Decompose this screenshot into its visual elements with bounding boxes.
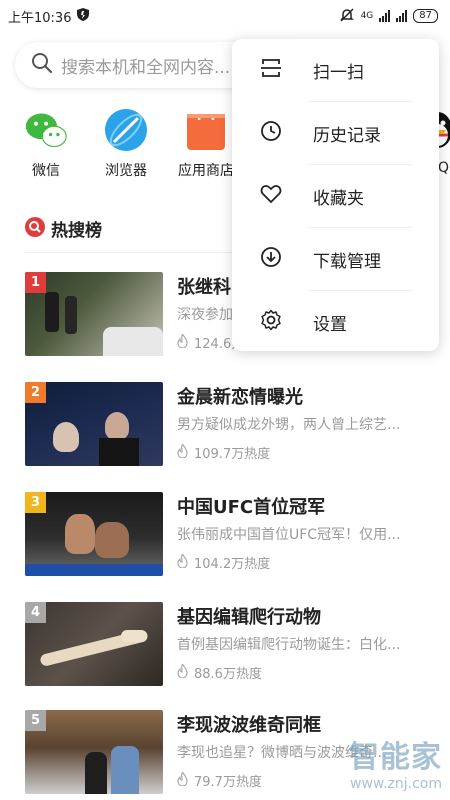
flame-icon xyxy=(177,552,188,572)
hot-item-desc: 男方疑似成龙外甥，两人曾上综艺... xyxy=(177,417,401,433)
signal-icon-2 xyxy=(396,10,408,22)
scan-icon xyxy=(260,57,282,83)
hot-item-heat: 79.7万热度 xyxy=(177,770,262,790)
overflow-menu: 扫一扫 历史记录 收藏夹 下载管理 设置 xyxy=(232,39,439,351)
hot-item[interactable]: 4 基因编辑爬行动物 首例基因编辑爬行动物诞生：白化... 88.6万热度 xyxy=(25,602,440,686)
app-wechat[interactable]: 微信 xyxy=(6,108,86,180)
menu-label-downloads: 下载管理 xyxy=(313,251,381,272)
signal-icon xyxy=(379,10,391,22)
hot-item-image: 4 xyxy=(25,602,163,686)
heat-value: 88.6万热度 xyxy=(194,667,262,682)
app-browser[interactable]: 浏览器 xyxy=(86,108,166,180)
hot-item-title: 张继科 xyxy=(177,277,231,298)
menu-label-scan: 扫一扫 xyxy=(313,62,364,83)
hot-item-title: 金晨新恋情曝光 xyxy=(177,387,303,408)
rank-badge: 4 xyxy=(25,602,46,623)
hot-search-header[interactable]: 热搜榜 xyxy=(25,216,102,241)
watermark: 智能家 www.znj.com xyxy=(349,732,442,792)
menu-label-favorites: 收藏夹 xyxy=(313,188,364,209)
hot-item-desc: 张伟丽成中国首位UFC冠军！仅用... xyxy=(177,527,401,543)
hot-item[interactable]: 3 中国UFC首位冠军 张伟丽成中国首位UFC冠军！仅用... 104.2万热度 xyxy=(25,492,440,576)
battery-indicator: 87 xyxy=(413,9,438,23)
menu-item-scan[interactable]: 扫一扫 xyxy=(232,39,439,101)
hot-item-image: 5 xyxy=(25,710,163,794)
hot-item-heat: 88.6万热度 xyxy=(177,662,262,682)
flame-icon xyxy=(177,770,188,790)
menu-item-favorites[interactable]: 收藏夹 xyxy=(232,165,439,227)
download-icon xyxy=(260,246,282,272)
menu-item-downloads[interactable]: 下载管理 xyxy=(232,228,439,290)
hot-search-title: 热搜榜 xyxy=(51,221,102,241)
search-placeholder: 搜索本机和全网内容... xyxy=(61,57,231,78)
heat-value: 104.2万热度 xyxy=(194,557,271,572)
hot-search-icon xyxy=(25,216,45,241)
hot-item-desc: 首例基因编辑爬行动物诞生：白化... xyxy=(177,637,401,653)
status-time: 上午10:36 xyxy=(8,10,72,26)
gear-icon xyxy=(260,309,282,335)
hot-item[interactable]: 2 金晨新恋情曝光 男方疑似成龙外甥，两人曾上综艺... 109.7万热度 xyxy=(25,382,440,466)
hot-item-image: 3 xyxy=(25,492,163,576)
heat-value: 79.7万热度 xyxy=(194,775,262,790)
status-bar: 上午10:36 4G 87 xyxy=(0,0,450,32)
network-type: 4G xyxy=(360,11,374,21)
menu-item-history[interactable]: 历史记录 xyxy=(232,102,439,164)
flame-icon xyxy=(177,332,188,352)
search-icon xyxy=(31,52,53,78)
browser-icon xyxy=(104,108,148,152)
flame-icon xyxy=(177,442,188,462)
rank-badge: 5 xyxy=(25,710,46,731)
app-label-wechat: 微信 xyxy=(32,163,60,179)
menu-label-history: 历史记录 xyxy=(313,125,381,146)
shield-icon xyxy=(77,7,90,25)
rank-badge: 1 xyxy=(25,272,46,293)
watermark-brand: 智能家 xyxy=(349,740,442,775)
hot-item-image: 2 xyxy=(25,382,163,466)
heart-icon xyxy=(260,183,282,209)
flame-icon xyxy=(177,662,188,682)
history-clock-icon xyxy=(260,120,282,146)
hot-item-title: 李现波波维奇同框 xyxy=(177,715,321,736)
hot-item-title: 中国UFC首位冠军 xyxy=(177,497,326,518)
rank-badge: 3 xyxy=(25,492,46,513)
mute-alarm-icon xyxy=(339,7,355,26)
wechat-icon xyxy=(24,108,68,152)
hot-item-title: 基因编辑爬行动物 xyxy=(177,607,321,628)
menu-item-settings[interactable]: 设置 xyxy=(232,291,439,353)
hot-item-heat: 109.7万热度 xyxy=(177,442,271,462)
hot-item-heat: 104.2万热度 xyxy=(177,552,271,572)
app-label-browser: 浏览器 xyxy=(105,163,147,179)
menu-label-settings: 设置 xyxy=(313,314,347,335)
hot-item-image: 1 xyxy=(25,272,163,356)
app-store-icon xyxy=(184,108,228,152)
watermark-url: www.znj.com xyxy=(350,776,442,792)
heat-value: 109.7万热度 xyxy=(194,447,271,462)
rank-badge: 2 xyxy=(25,382,46,403)
